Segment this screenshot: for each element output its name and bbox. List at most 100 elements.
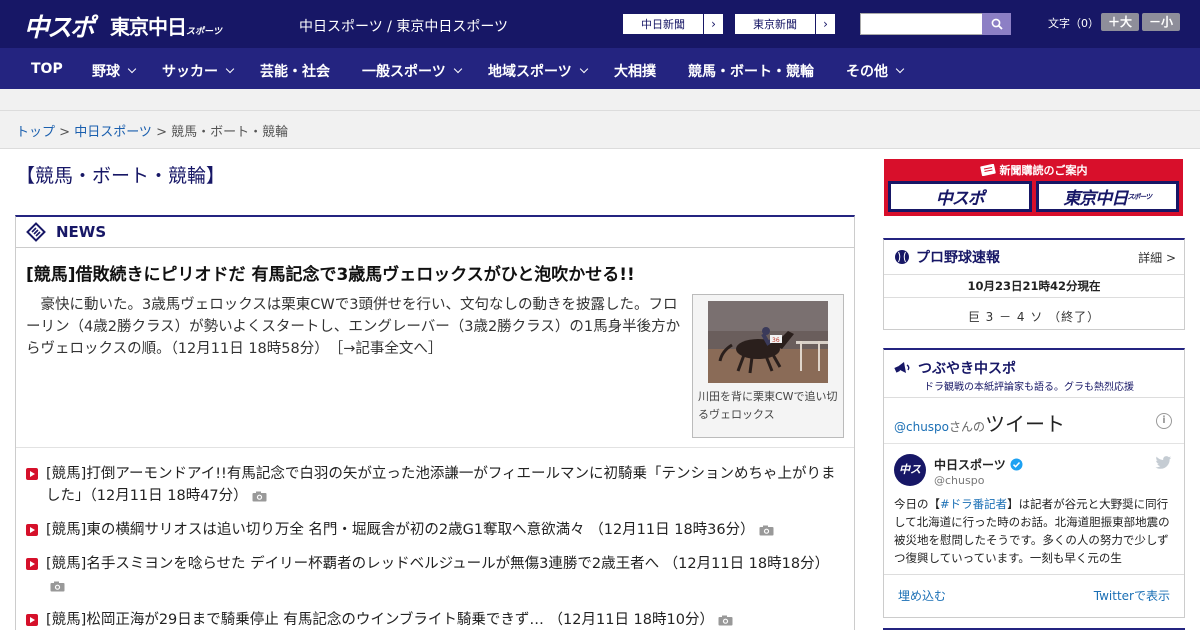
timeline-divider — [884, 443, 1184, 444]
tokyo-subscribe-sub: スポーツ — [1127, 192, 1152, 201]
nav-label: 野球 — [92, 64, 120, 80]
headline-item[interactable]: [競馬]名手スミヨンを唸らせた デイリー杯覇者のレッドベルジュールが無傷3連勝で… — [26, 553, 846, 597]
nav-item-top[interactable]: TOP — [31, 61, 63, 77]
tweet-account-name-text: 中日スポーツ — [934, 458, 1006, 472]
nav-item-racing[interactable]: 競馬・ボート・競輪 — [688, 61, 814, 81]
tokyo-logo-main: 東京中日 — [110, 15, 187, 39]
timeline-handle-suffix: さんの — [949, 420, 986, 434]
tweet-widget-header: つぶやき中スポ — [894, 358, 1016, 378]
timeline-handle-link[interactable]: @chuspo — [894, 420, 949, 434]
tweet-text-prefix: 今日の【 — [894, 497, 940, 511]
nav-item-baseball[interactable]: 野球 — [92, 61, 137, 81]
tokyo-chunichi-logo[interactable]: 東京中日スポーツ — [110, 11, 222, 40]
lead-photo-card[interactable]: 36 川田を背に栗東CWで追い切るヴェロックス — [692, 294, 844, 438]
baseball-icon — [895, 250, 909, 264]
news-divider — [16, 447, 854, 448]
page-title: 【競馬・ボート・競輪】 — [16, 165, 226, 187]
score-header: プロ野球速報 詳細 > — [884, 240, 1184, 274]
nav-item-others[interactable]: その他 — [846, 61, 905, 81]
nav-label: サッカー — [162, 64, 218, 80]
nav-item-soccer[interactable]: サッカー — [162, 61, 235, 81]
font-smaller-button[interactable]: －小 — [1142, 13, 1180, 31]
subscription-label: 新聞購読のご案内 — [999, 164, 1088, 177]
avatar[interactable]: 中スポ — [894, 454, 926, 508]
top-header: 中スポ 東京中日スポーツ 中日スポーツ / 東京中日スポーツ 中日新聞 › 東京… — [0, 0, 1200, 48]
read-more-link[interactable]: ［→記事全文へ］ — [336, 341, 442, 357]
camera-icon — [50, 581, 65, 591]
view-on-twitter-link[interactable]: Twitterで表示 — [1094, 587, 1170, 604]
tokyo-shimbun-label: 東京新聞 — [753, 18, 797, 31]
nav-label: 大相撲 — [614, 64, 656, 80]
font-larger-button[interactable]: ＋大 — [1101, 13, 1139, 31]
headline-text: [競馬]名手スミヨンを唸らせた デイリー杯覇者のレッドベルジュールが無傷3連勝で… — [46, 556, 830, 572]
tweet-account-name[interactable]: 中日スポーツ — [934, 456, 1023, 473]
lead-article-title[interactable]: [競馬]借敗続きにピリオドだ 有馬記念で3歳馬ヴェロックスがひと泡吹かせる!! — [26, 260, 635, 285]
info-icon[interactable]: i — [1156, 413, 1172, 429]
play-bullet-icon — [26, 468, 38, 480]
nav-item-general-sports[interactable]: 一般スポーツ — [362, 61, 462, 81]
breadcrumb-chunichi-link[interactable]: 中日スポーツ — [74, 125, 152, 140]
chevron-down-icon — [579, 64, 588, 74]
chevron-down-icon — [895, 64, 905, 74]
twitter-bird-icon[interactable] — [1155, 456, 1172, 470]
baseball-score-widget: プロ野球速報 詳細 > 10月23日21時42分現在 巨 3 － 4 ソ （終了… — [883, 238, 1185, 330]
timeline-header: @chuspoさんのツイート — [894, 408, 1065, 437]
camera-icon — [252, 491, 267, 501]
megaphone-icon — [894, 362, 910, 373]
svg-text:36: 36 — [772, 337, 780, 344]
headline-list: [競馬]打倒アーモンドアイ!!有馬記念で白羽の矢が立った池添謙一がフィエールマン… — [26, 463, 846, 630]
headline-item[interactable]: [競馬]松岡正海が29日まで騎乗停止 有馬記念のウインブライト騎乗できず… （1… — [26, 609, 846, 630]
score-title: プロ野球速報 — [916, 250, 1000, 266]
camera-icon — [718, 615, 733, 625]
tokyo-shimbun-button[interactable]: 東京新聞 › — [734, 13, 836, 35]
tokyo-logo-sub: スポーツ — [186, 27, 222, 37]
score-detail-link[interactable]: 詳細 > — [1138, 249, 1176, 266]
breadcrumb-top-link[interactable]: トップ — [16, 125, 55, 140]
verified-badge-icon — [1010, 458, 1023, 471]
nav-item-sumo[interactable]: 大相撲 — [614, 61, 656, 81]
subscription-banner[interactable]: 新聞購読のご案内 中スポ 東京中日 スポーツ — [884, 159, 1183, 216]
tweet-widget: つぶやき中スポ ドラ観戦の本紙評論家も語る。グラも熱烈応援 @chuspoさんの… — [883, 348, 1185, 618]
nav-item-entertainment[interactable]: 芸能・社会 — [260, 61, 330, 81]
nav-label: 一般スポーツ — [362, 64, 446, 80]
chevron-down-icon — [453, 64, 462, 74]
embed-link[interactable]: 埋め込む — [898, 587, 946, 604]
score-timestamp: 10月23日21時42分現在 — [884, 274, 1184, 298]
chuspo-subscribe-button[interactable]: 中スポ — [888, 181, 1032, 212]
search-icon — [991, 18, 1003, 30]
font-size-label: 文字（0） — [1048, 17, 1099, 30]
search-input[interactable] — [860, 13, 983, 35]
site-name[interactable]: 中日スポーツ / 東京中日スポーツ — [299, 16, 508, 36]
chevron-down-icon — [127, 64, 137, 74]
timeline-footer: 埋め込む Twitterで表示 — [884, 574, 1184, 612]
play-bullet-icon — [26, 614, 38, 626]
chevron-right-icon: › — [815, 14, 835, 34]
chevron-down-icon — [225, 64, 235, 74]
play-bullet-icon — [26, 558, 38, 570]
twitter-timeline: @chuspoさんのツイート i 中スポ 中日スポーツ @chuspo 今日の【… — [884, 397, 1184, 611]
search-button[interactable] — [982, 13, 1011, 35]
timeline-heading: ツイート — [985, 412, 1066, 436]
subscription-heading: 新聞購読のご案内 — [884, 159, 1183, 181]
headline-item[interactable]: [競馬]打倒アーモンドアイ!!有馬記念で白羽の矢が立った池添謙一がフィエールマン… — [26, 463, 846, 507]
nav-label: その他 — [846, 64, 888, 80]
headline-item[interactable]: [競馬]東の横綱サリオスは追い切り万全 名門・堀厩舎が初の2歳G1奪取へ意欲満々… — [26, 519, 846, 541]
score-game-result[interactable]: 巨 3 － 4 ソ （終了） — [884, 308, 1184, 325]
breadcrumb-separator: > — [55, 125, 75, 140]
tweet-account-id[interactable]: @chuspo — [934, 474, 984, 487]
nav-label: TOP — [31, 61, 63, 77]
tokyo-subscribe-button[interactable]: 東京中日 スポーツ — [1035, 181, 1179, 212]
lead-article-body: 豪快に動いた。3歳馬ヴェロックスは栗東CWで3頭併せを行い、文句なしの動きを披露… — [26, 294, 682, 360]
chuspo-logo[interactable]: 中スポ — [24, 8, 95, 44]
subscription-logos: 中スポ 東京中日 スポーツ — [888, 181, 1179, 212]
nav-item-regional-sports[interactable]: 地域スポーツ — [488, 61, 588, 81]
tweet-widget-subtitle: ドラ観戦の本紙評論家も語る。グラも熱烈応援 — [924, 382, 1134, 393]
chunichi-shimbun-button[interactable]: 中日新聞 › — [622, 13, 724, 35]
tweet-text: 今日の【#ドラ番記者】は記者が谷元と大野奨に同行して北海道に行った時のお話。北海… — [894, 495, 1176, 565]
news-tag-icon — [26, 222, 46, 242]
main-nav: TOP 野球 サッカー 芸能・社会 一般スポーツ 地域スポーツ 大相撲 競馬・ボ… — [0, 48, 1200, 89]
hashtag-link[interactable]: #ドラ番記者 — [940, 497, 1007, 511]
camera-icon — [759, 525, 774, 535]
headline-text: [競馬]松岡正海が29日まで騎乗停止 有馬記念のウインブライト騎乗できず… （1… — [46, 612, 714, 628]
headline-text: [競馬]打倒アーモンドアイ!!有馬記念で白羽の矢が立った池添謙一がフィエールマン… — [46, 466, 836, 504]
